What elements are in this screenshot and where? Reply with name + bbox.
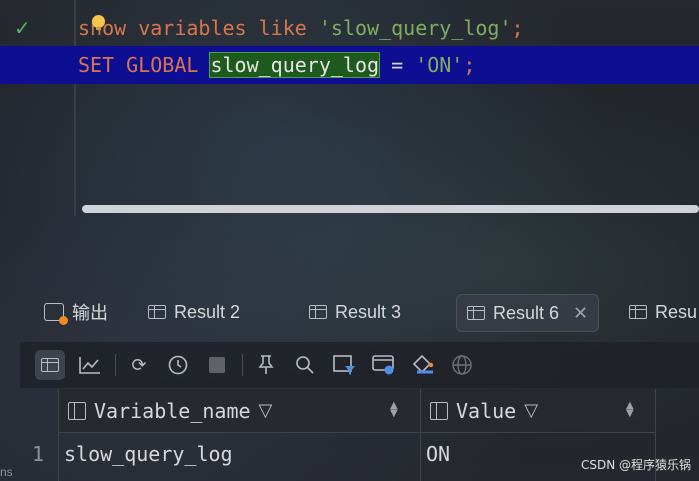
semicolon: ; bbox=[463, 53, 476, 77]
toolbar-divider bbox=[242, 354, 243, 376]
chart-icon[interactable] bbox=[75, 350, 105, 380]
column-label: Variable_name bbox=[94, 398, 251, 423]
row-number: 1 bbox=[32, 442, 45, 466]
table-icon bbox=[309, 305, 327, 319]
close-icon[interactable]: ✕ bbox=[573, 303, 588, 324]
output-icon bbox=[44, 303, 68, 325]
row-number-divider bbox=[58, 389, 59, 481]
sort-icon[interactable]: ▲ ▼ bbox=[390, 401, 398, 419]
checkmark-icon: ✓ bbox=[14, 16, 31, 40]
table-cell[interactable]: ON bbox=[426, 433, 450, 475]
refresh-icon[interactable]: ⟳ bbox=[124, 350, 154, 380]
results-toolbar: ⟳ bbox=[20, 342, 699, 388]
tab-label: Result 2 bbox=[174, 301, 241, 322]
string-literal: 'slow_query_log' bbox=[318, 16, 512, 40]
tab-result-3[interactable]: Result 3 bbox=[309, 294, 401, 330]
string-literal: 'ON' bbox=[415, 53, 464, 77]
column-header-variable-name[interactable]: Variable_name ▽ bbox=[68, 389, 272, 432]
search-icon[interactable] bbox=[290, 350, 320, 380]
pin-icon[interactable] bbox=[251, 350, 281, 380]
keyword: like bbox=[258, 16, 307, 40]
table-icon bbox=[148, 305, 166, 319]
horizontal-scrollbar[interactable] bbox=[82, 205, 699, 213]
semicolon: ; bbox=[511, 16, 524, 40]
column-divider bbox=[420, 389, 421, 481]
watermark: CSDN @程序猿乐锅 bbox=[580, 458, 691, 472]
sort-icon[interactable]: ▲ ▼ bbox=[626, 401, 634, 419]
tab-result-2[interactable]: Result 2 bbox=[148, 294, 240, 330]
tab-label: Result 6 bbox=[493, 302, 560, 323]
code-line-1[interactable]: show variables like 'slow_query_log'; bbox=[78, 15, 524, 41]
column-label: Value bbox=[456, 398, 517, 423]
output-options-icon[interactable] bbox=[369, 350, 399, 380]
tab-result-more[interactable]: Resu bbox=[629, 294, 697, 330]
operator: = bbox=[391, 53, 404, 77]
tab-label: Resu bbox=[655, 301, 698, 322]
table-icon bbox=[467, 306, 485, 320]
globe-icon[interactable] bbox=[447, 350, 477, 380]
filter-icon[interactable] bbox=[330, 350, 360, 380]
keyword: GLOBAL bbox=[126, 53, 199, 77]
lightbulb-icon[interactable] bbox=[92, 15, 105, 30]
tab-label: Result 3 bbox=[335, 301, 402, 322]
tab-result-6[interactable]: Result 6 ✕ bbox=[456, 294, 600, 332]
sql-editor[interactable]: ✓ show variables like 'slow_query_log'; … bbox=[0, 0, 699, 220]
filter-icon[interactable]: ▽ bbox=[524, 400, 538, 421]
code-line-2[interactable]: SET GLOBAL slow_query_log = 'ON'; bbox=[78, 52, 475, 78]
identifier: slow_query_log bbox=[209, 52, 381, 78]
table-view-icon[interactable] bbox=[35, 350, 65, 380]
export-icon[interactable] bbox=[408, 350, 438, 380]
table-cell[interactable]: slow_query_log bbox=[64, 433, 233, 475]
result-grid: Variable_name ▽ ▲ ▼ Value ▽ ▲ ▼ 1 slow_que… bbox=[20, 389, 656, 481]
tab-label: 输出 bbox=[72, 303, 108, 323]
column-icon bbox=[68, 401, 86, 420]
keyword: variables bbox=[138, 16, 247, 40]
tab-output[interactable]: 输出 bbox=[44, 294, 108, 330]
history-icon[interactable] bbox=[163, 350, 193, 380]
stop-icon[interactable] bbox=[202, 350, 232, 380]
table-icon bbox=[629, 305, 647, 319]
keyword: SET bbox=[78, 53, 115, 77]
results-tab-bar: 输出 Result 2 Result 3 Result 6 ✕ Resu bbox=[20, 290, 699, 336]
toolbar-divider bbox=[115, 354, 116, 376]
filter-icon[interactable]: ▽ bbox=[259, 400, 273, 421]
gutter-divider bbox=[74, 0, 76, 216]
side-panel-fragment: ns bbox=[0, 465, 13, 479]
column-header-value[interactable]: Value ▽ bbox=[430, 389, 538, 432]
column-icon bbox=[430, 401, 448, 420]
